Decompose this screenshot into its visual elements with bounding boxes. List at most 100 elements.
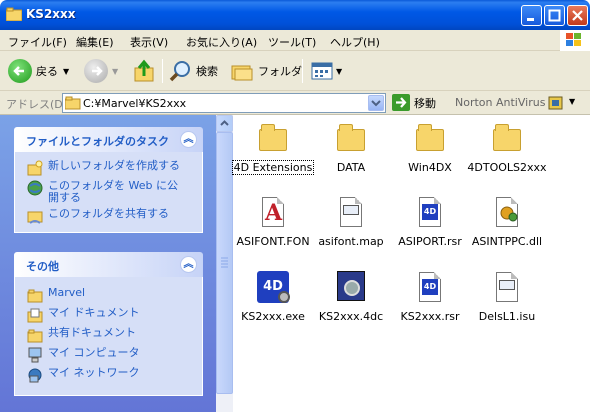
chevron-down-icon[interactable]: ▼ [336, 67, 342, 76]
close-button[interactable] [567, 5, 588, 26]
forward-arrow-icon [84, 59, 108, 83]
maximize-button[interactable] [544, 5, 565, 26]
collapse-icon[interactable]: ︽ [180, 131, 197, 148]
file-item[interactable]: 4D KS2xxx.rsr [390, 270, 470, 323]
other-item-marvel[interactable]: Marvel [15, 285, 202, 305]
folder-icon [489, 121, 525, 157]
close-icon [572, 10, 583, 21]
address-bar: アドレス(D) C:¥Marvel¥KS2xxx 移動 Norton AntiV… [0, 91, 590, 115]
file-item[interactable]: DATA [311, 121, 391, 174]
file-item[interactable]: asifont.map [311, 195, 391, 248]
file-item[interactable]: A ASIFONT.FON [233, 195, 313, 248]
scroll-thumb[interactable] [216, 132, 233, 394]
maximize-icon [548, 9, 561, 22]
dll-file-icon [489, 195, 525, 231]
file-folder-tasks-panel: ファイルとフォルダのタスク ︽ 新しいフォルダを作成する このフォルダを Web… [14, 127, 203, 233]
search-button[interactable]: 検索 [168, 57, 218, 85]
menu-edit[interactable]: 編集(E) [76, 34, 114, 50]
documents-folder-icon [27, 308, 43, 323]
file-item[interactable]: 4D KS2xxx.exe [233, 270, 313, 323]
file-item[interactable]: DelsL1.isu [467, 270, 547, 323]
isu-file-icon [489, 270, 525, 306]
menu-bar: ファイル(F) 編集(E) 表示(V) お気に入り(A) ツール(T) ヘルプ(… [0, 30, 590, 51]
other-header[interactable]: その他 ︽ [14, 252, 203, 277]
windows-logo-icon [560, 30, 590, 51]
4d-resource-icon: 4D [412, 195, 448, 231]
task-pane: ファイルとフォルダのタスク ︽ 新しいフォルダを作成する このフォルダを Web… [0, 115, 216, 412]
minimize-button[interactable] [521, 5, 542, 26]
back-button[interactable]: 戻る ▼ [8, 57, 69, 85]
folders-button[interactable]: フォルダ [230, 57, 302, 85]
address-dropdown-button[interactable] [368, 95, 384, 111]
computer-icon [28, 347, 42, 363]
file-item[interactable]: ASINTPPC.dll [467, 195, 547, 248]
task-publish-web[interactable]: このフォルダを Web に公開する [15, 178, 202, 206]
menu-file[interactable]: ファイル(F) [8, 34, 67, 50]
file-item[interactable]: 4DTOOLS2xxx [467, 121, 547, 174]
up-folder-icon [134, 59, 154, 82]
go-label: 移動 [414, 96, 436, 110]
other-title: その他 [26, 260, 59, 273]
file-item[interactable]: 4D ASIPORT.rsr [390, 195, 470, 248]
title-bar[interactable]: KS2xxx [0, 0, 590, 30]
task-pane-scrollbar[interactable] [216, 115, 233, 412]
other-item-my-documents[interactable]: マイ ドキュメント [15, 305, 202, 325]
views-icon [311, 62, 333, 80]
chevron-down-icon[interactable]: ▼ [569, 97, 575, 106]
file-item[interactable]: Win4DX [390, 121, 470, 174]
tasks-header[interactable]: ファイルとフォルダのタスク ︽ [14, 127, 203, 152]
go-arrow-icon [392, 94, 410, 111]
search-label: 検索 [196, 65, 218, 78]
address-input[interactable]: C:¥Marvel¥KS2xxx [62, 93, 386, 113]
other-item-shared-documents[interactable]: 共有ドキュメント [15, 325, 202, 345]
file-list-view[interactable]: 4D Extensions DATA Win4DX 4DTOOLS2xxx A … [232, 115, 590, 412]
back-label: 戻る [36, 65, 58, 78]
minimize-icon [527, 18, 534, 21]
4d-app-icon: 4D [255, 270, 291, 306]
folder-icon [65, 96, 81, 110]
folders-label: フォルダ [258, 65, 302, 78]
folder-icon [6, 7, 22, 21]
grip-icon [221, 257, 228, 268]
up-folder-button[interactable] [132, 57, 156, 85]
folder-icon [412, 121, 448, 157]
task-new-folder[interactable]: 新しいフォルダを作成する [15, 158, 202, 178]
network-icon [28, 368, 42, 383]
norton-antivirus-label[interactable]: Norton AntiVirus [455, 96, 545, 109]
menu-help[interactable]: ヘルプ(H) [330, 34, 380, 50]
other-item-my-network[interactable]: マイ ネットワーク [15, 365, 202, 385]
collapse-icon[interactable]: ︽ [180, 256, 197, 273]
other-places-panel: その他 ︽ Marvel マイ ドキュメント 共有ドキュメント マイ コンピュー… [14, 252, 203, 396]
font-file-icon: A [255, 195, 291, 231]
folder-icon [231, 65, 253, 81]
norton-icon[interactable] [548, 95, 564, 111]
file-item[interactable]: 4D Extensions [232, 121, 314, 175]
menu-favorites[interactable]: お気に入り(A) [186, 34, 257, 50]
menu-view[interactable]: 表示(V) [130, 34, 168, 50]
scroll-up-button[interactable] [216, 115, 233, 132]
new-folder-icon [27, 160, 43, 176]
file-item[interactable]: KS2xxx.4dc [311, 270, 391, 323]
address-value: C:¥Marvel¥KS2xxx [83, 97, 187, 110]
forward-button[interactable]: ▼ [84, 57, 118, 85]
shared-folder-icon [27, 329, 43, 343]
views-button[interactable]: ▼ [310, 57, 342, 85]
chevron-up-icon [220, 120, 229, 126]
other-item-my-computer[interactable]: マイ コンピュータ [15, 345, 202, 365]
chevron-down-icon[interactable]: ▼ [63, 67, 69, 76]
folder-icon [333, 121, 369, 157]
tasks-title: ファイルとフォルダのタスク [26, 135, 169, 148]
task-share-folder[interactable]: このフォルダを共有する [15, 206, 202, 226]
go-button[interactable]: 移動 [392, 94, 436, 111]
share-folder-icon [27, 211, 43, 224]
window-title: KS2xxx [26, 7, 76, 21]
4d-compiled-icon [333, 270, 369, 306]
toolbar: 戻る ▼ ▼ 検索 フォルダ ▼ [0, 51, 590, 91]
chevron-down-icon[interactable]: ▼ [112, 67, 118, 76]
chevron-down-icon [371, 100, 381, 107]
folder-icon [27, 289, 43, 303]
4d-resource-icon: 4D [412, 270, 448, 306]
menu-tools[interactable]: ツール(T) [268, 34, 316, 50]
globe-icon [27, 180, 43, 196]
folder-icon [255, 121, 291, 157]
